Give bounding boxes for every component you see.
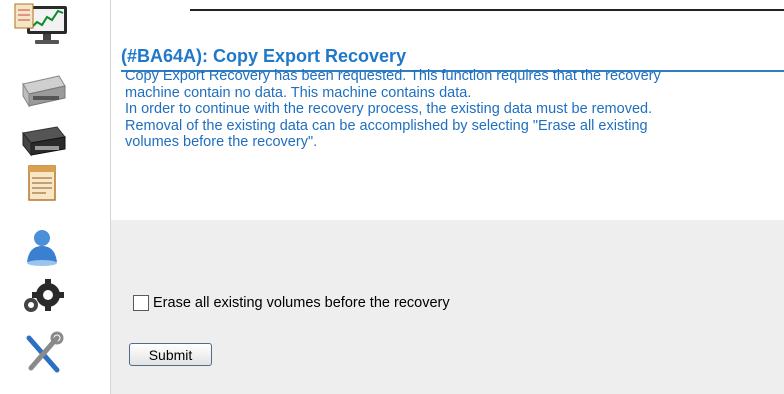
message-line: volumes before the recovery".: [125, 134, 318, 151]
notepad-icon[interactable]: [13, 160, 71, 208]
erase-volumes-label[interactable]: Erase all existing volumes before the re…: [153, 295, 450, 311]
user-icon[interactable]: [13, 222, 71, 270]
message-line: Removal of the existing data can be acco…: [125, 117, 648, 134]
message-line: In order to continue with the recovery p…: [125, 101, 653, 118]
monitor-icon[interactable]: [13, 2, 71, 50]
tape-drive-icon[interactable]: [13, 66, 71, 114]
gears-icon[interactable]: [13, 274, 71, 322]
erase-volumes-checkbox[interactable]: [133, 295, 149, 311]
tape-library-icon[interactable]: [13, 117, 71, 165]
message-line: machine contain no data. This machine co…: [125, 84, 472, 101]
top-divider: [190, 9, 784, 11]
erase-option[interactable]: Erase all existing volumes before the re…: [133, 292, 450, 314]
tools-icon[interactable]: [13, 330, 71, 378]
message-text: Copy Export Recovery has been requested.…: [125, 68, 784, 151]
main-content: (#BA64A): Copy Export Recovery Copy Expo…: [111, 12, 784, 394]
submit-button[interactable]: Submit: [129, 343, 212, 366]
sidebar: [0, 0, 111, 394]
message-line: Copy Export Recovery has been requested.…: [125, 68, 661, 84]
